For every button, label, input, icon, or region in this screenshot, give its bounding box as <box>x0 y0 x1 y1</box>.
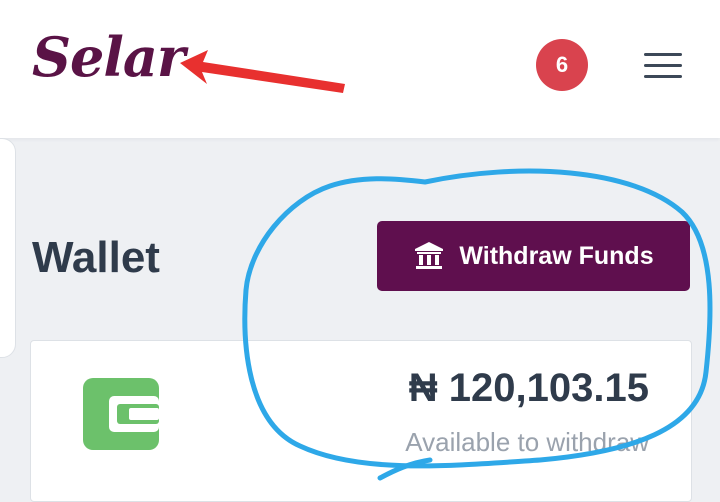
hamburger-menu-icon[interactable] <box>644 51 684 81</box>
wallet-balance-amount: ₦ 120,103.15 <box>408 366 649 410</box>
withdraw-funds-label: Withdraw Funds <box>459 241 654 270</box>
available-to-withdraw-label: Available to withdraw <box>405 427 649 457</box>
top-header: Selar 6 <box>0 0 720 138</box>
side-drawer-tab[interactable] <box>0 138 16 358</box>
selar-logo[interactable]: Selar <box>32 30 185 84</box>
wallet-icon <box>83 378 159 450</box>
withdraw-funds-button[interactable]: Withdraw Funds <box>377 221 690 291</box>
bank-icon <box>415 242 444 269</box>
page-title: Wallet <box>32 233 160 282</box>
notification-badge[interactable]: 6 <box>536 39 588 91</box>
wallet-balance-card: ₦ 120,103.15 Available to withdraw <box>30 340 692 502</box>
